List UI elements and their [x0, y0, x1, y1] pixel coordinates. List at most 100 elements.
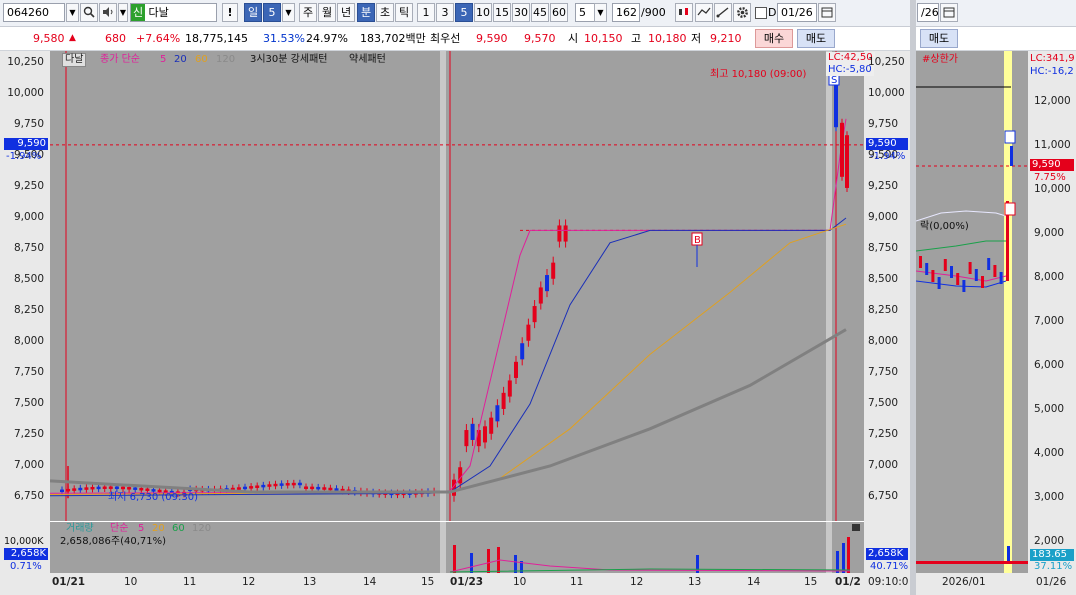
- period-year-button[interactable]: 년: [337, 3, 355, 22]
- x-tick: 10: [124, 576, 138, 588]
- stock-code-dropdown-icon[interactable]: ▼: [66, 3, 79, 22]
- date-input[interactable]: 01/26: [777, 3, 817, 22]
- chart-stock-name: 다날: [62, 53, 87, 67]
- session-separator: [440, 522, 446, 573]
- current-price: 9,580: [33, 32, 65, 45]
- speaker-icon[interactable]: [99, 3, 117, 22]
- drawing-tool-icon[interactable]: [714, 3, 732, 22]
- left-current-price-tag: 9,590: [4, 138, 48, 150]
- period-tick-button[interactable]: 틱: [395, 3, 413, 22]
- session-separator: [826, 522, 832, 573]
- right-calendar-icon[interactable]: [940, 3, 958, 22]
- date-checkbox[interactable]: [755, 7, 767, 19]
- date-checkbox-label: D: [768, 6, 777, 19]
- minute-3-button[interactable]: 3: [436, 3, 454, 22]
- daily-x-tick: 2026/01: [942, 576, 986, 588]
- volume-chart-area[interactable]: 거래량 단순 5 20 60 120 2,658,086주(40,71%): [50, 522, 864, 573]
- interval-dropdown-icon[interactable]: ▼: [594, 3, 607, 22]
- sell-button[interactable]: 매도: [797, 29, 835, 48]
- daily-y-axis: LC:341,9 HC:-16,2 12,000 11,000 10,000 9,00…: [1028, 51, 1076, 591]
- period-month-button[interactable]: 월: [318, 3, 336, 22]
- candle-body: [526, 324, 531, 341]
- candle-body: [520, 343, 525, 360]
- y-tick: 7,000: [868, 459, 899, 471]
- stock-code-input[interactable]: 064260: [3, 3, 65, 22]
- gear-icon[interactable]: [733, 3, 751, 22]
- candle-body: [249, 486, 254, 489]
- calendar-icon[interactable]: [818, 3, 836, 22]
- buy-marker-label: B: [694, 235, 701, 246]
- stock-name-field[interactable]: 신 다날: [130, 3, 217, 22]
- daily-y-tick: 3,000: [1034, 491, 1065, 503]
- period-week-button[interactable]: 주: [299, 3, 317, 22]
- best-ask: 9,590: [476, 32, 508, 45]
- minute-10-button[interactable]: 10: [474, 3, 492, 22]
- minute-5-button[interactable]: 5: [455, 3, 473, 22]
- candle-body: [458, 467, 463, 484]
- period-day-button[interactable]: 일: [244, 3, 262, 22]
- daily-price-tag: 9,590: [1030, 159, 1074, 171]
- volume-ma120-legend: 120: [192, 523, 212, 534]
- volume-bar: [470, 553, 473, 573]
- period-second-button[interactable]: 초: [376, 3, 394, 22]
- high-label: 고: [631, 32, 642, 45]
- daily-candle: [950, 266, 953, 278]
- daily-candle: [999, 272, 1003, 284]
- x-tick: 14: [363, 576, 377, 588]
- candle-body: [243, 486, 247, 490]
- candle-type-icon[interactable]: [675, 3, 693, 22]
- right-sell-button[interactable]: 매도: [920, 29, 958, 48]
- minute-30-button[interactable]: 30: [512, 3, 530, 22]
- stock-name-label: 다날: [148, 6, 169, 19]
- open-label: 시: [568, 32, 579, 45]
- ma120-legend: 120: [216, 54, 236, 65]
- period-dropdown-icon[interactable]: ▼: [282, 3, 295, 22]
- candle-body: [72, 488, 77, 491]
- left-current-change-tag: -1.94%: [6, 151, 42, 162]
- daily-candle: [968, 262, 972, 274]
- right-volume-tag: 2,658K: [866, 548, 908, 560]
- volume-ma20-legend: 20: [152, 523, 165, 534]
- volume-bar: [842, 543, 845, 573]
- minute-45-button[interactable]: 45: [531, 3, 549, 22]
- minute-15-button[interactable]: 15: [493, 3, 511, 22]
- left-volume-pct: 0.71%: [10, 561, 42, 572]
- volume-bar: [847, 537, 850, 573]
- alert-button[interactable]: !: [222, 3, 238, 22]
- x-tick: 15: [804, 576, 818, 588]
- price-chart-area[interactable]: SB 다날 종가 단순 5 20 60 120 3시30분 강세패턴 약세패턴 …: [50, 51, 875, 521]
- period-day-count-button[interactable]: 5: [263, 3, 281, 22]
- volume-summary: 2,658,086주(40,71%): [60, 536, 167, 547]
- right-date-input[interactable]: /26: [917, 3, 939, 22]
- right-price-axis: [864, 51, 910, 595]
- candle-body: [845, 135, 849, 188]
- candle-body: [328, 487, 333, 491]
- daily-y-tick: 2,000: [1034, 535, 1065, 547]
- daily-chart-area[interactable]: #상한가 락(0,00%): [916, 51, 1028, 573]
- count-input[interactable]: 162: [612, 3, 640, 22]
- candle-body: [267, 484, 272, 487]
- candle-body: [840, 122, 844, 177]
- x-tick: 11: [570, 576, 584, 588]
- period-minute-button[interactable]: 분: [357, 3, 375, 22]
- fall-label: 락(0,00%): [920, 221, 969, 232]
- ma5-legend: 5: [160, 54, 167, 65]
- left-volume-tag: 2,658K: [4, 548, 48, 560]
- y-tick: 10,250: [868, 56, 905, 68]
- buy-button[interactable]: 매수: [755, 29, 793, 48]
- minute-60-button[interactable]: 60: [550, 3, 568, 22]
- best-bid: 9,570: [524, 32, 556, 45]
- minute-1-button[interactable]: 1: [417, 3, 435, 22]
- daily-candle: [919, 256, 922, 268]
- y-tick: 8,000: [868, 335, 899, 347]
- volume-panel-close-icon[interactable]: [852, 524, 860, 531]
- last-time-label: 09:10:0: [868, 576, 909, 588]
- y-tick: 9,250: [13, 180, 44, 192]
- speaker-dropdown-icon[interactable]: ▼: [118, 3, 128, 22]
- candle-body: [236, 487, 241, 490]
- y-tick: 8,250: [13, 304, 44, 316]
- x-tick: 01/21: [52, 576, 86, 588]
- daily-y-tick: 5,000: [1034, 403, 1065, 415]
- indicator-icon[interactable]: [695, 3, 713, 22]
- search-icon[interactable]: [80, 3, 98, 22]
